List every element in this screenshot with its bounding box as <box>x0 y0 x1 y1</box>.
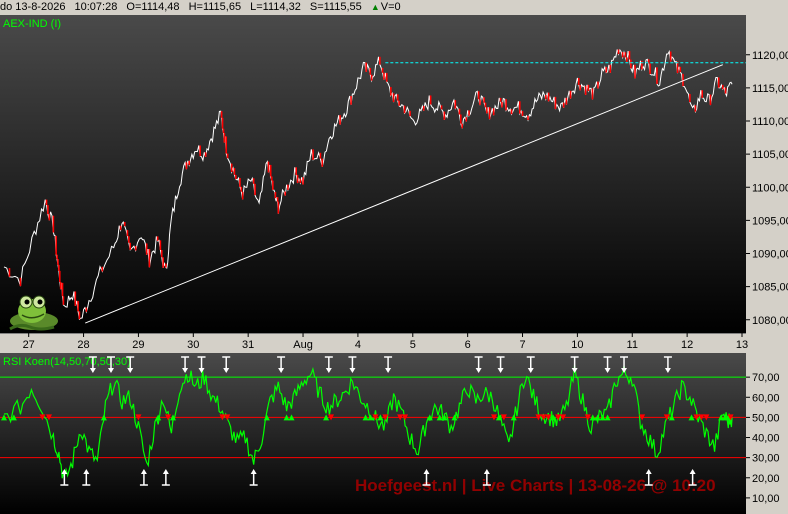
price-tick-label: 1120,00 <box>752 50 788 62</box>
rsi-tick-label: 30,00 <box>752 453 780 465</box>
rsi-tick-label: 20,00 <box>752 473 780 485</box>
date-tick-label: 30 <box>187 339 199 351</box>
price-tick-label: 1080,00 <box>752 315 788 327</box>
info-date: do 13-8-2026 <box>0 1 66 13</box>
price-panel <box>0 15 746 333</box>
price-tick-label: 1105,00 <box>752 149 788 161</box>
info-low: L=1114,32 <box>250 1 301 13</box>
info-volume: V=0 <box>380 1 401 13</box>
info-time: 10:07:28 <box>74 1 118 13</box>
date-tick-label: 10 <box>571 339 583 351</box>
rsi-tick-label: 10,00 <box>752 493 780 505</box>
date-tick-label: 12 <box>681 339 693 351</box>
date-tick-label: Aug <box>293 339 313 351</box>
info-close: S=1115,55 <box>309 1 362 13</box>
price-tick-label: 1090,00 <box>752 249 788 261</box>
date-tick-label: 11 <box>627 339 638 351</box>
price-tick-label: 1085,00 <box>752 282 788 294</box>
price-tick-label: 1115,00 <box>752 83 788 95</box>
date-tick-label: 4 <box>355 339 361 351</box>
rsi-tick-label: 60,00 <box>752 392 780 404</box>
info-high: H=1115,65 <box>188 1 242 13</box>
info-bar: do 13-8-2026 10:07:28 O=1114,48 H=1115,6… <box>0 0 788 16</box>
price-tick-label: 1110,00 <box>752 116 788 128</box>
date-tick-label: 7 <box>519 339 525 351</box>
price-tick-label: 1100,00 <box>752 182 788 194</box>
rsi-tick-label: 40,00 <box>752 433 780 445</box>
info-open: O=1114,48 <box>126 1 180 13</box>
rsi-tick-label: 70,00 <box>752 372 780 384</box>
date-tick-label: 5 <box>410 339 416 351</box>
price-tick-label: 1095,00 <box>752 215 788 227</box>
date-tick-label: 13 <box>736 339 748 351</box>
date-tick-label: 28 <box>77 339 89 351</box>
rsi-tick-label: 50,00 <box>752 412 780 424</box>
price-panel-title: AEX-IND (I) <box>3 18 61 30</box>
watermark-text: Hoefgeest.nl | Live Charts | 13-08-26 @ … <box>355 476 716 495</box>
date-tick-label: 6 <box>465 339 471 351</box>
up-triangle-icon: ▲ <box>370 2 380 12</box>
date-tick-label: 29 <box>132 339 144 351</box>
date-tick-label: 27 <box>23 339 35 351</box>
chart-area[interactable]: AEX-IND (I) RSI Koen(14,50,70,50,30) 108… <box>0 15 788 514</box>
date-tick-label: 31 <box>242 339 254 351</box>
